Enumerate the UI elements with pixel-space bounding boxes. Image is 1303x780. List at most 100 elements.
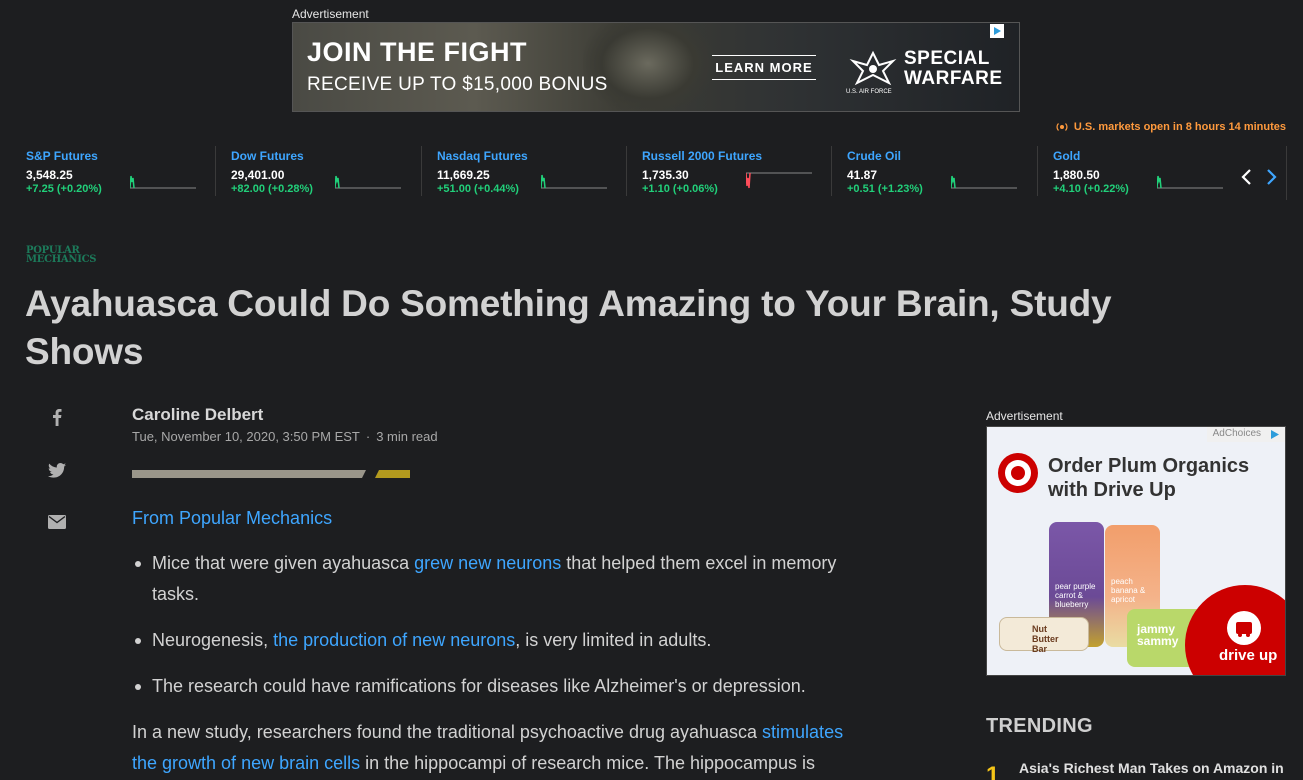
ad-soldier-image: [583, 23, 713, 111]
ticker-sparkline: [746, 172, 812, 189]
facebook-icon: [53, 409, 62, 426]
broadcast-icon: [1056, 123, 1068, 131]
byline: Tue, November 10, 2020, 3:50 PM EST · 3 mi…: [132, 429, 438, 444]
ticker-change: +0.51 (+1.23%): [847, 183, 923, 195]
product-nut-butter-bar: Nut Butter Bar: [999, 617, 1089, 654]
ticker-name: Crude Oil: [847, 149, 902, 163]
ticker-sparkline: [1157, 175, 1223, 189]
ticker-end-divider: [1286, 146, 1287, 200]
share-twitter-button[interactable]: [46, 459, 68, 481]
ticker-russell-2000-futures[interactable]: Russell 2000 Futures 1,735.30 +1.10 (+0.…: [626, 146, 847, 200]
ad-brand-name: SPECIAL WARFARE: [904, 49, 1003, 89]
inline-link[interactable]: the production of new neurons: [273, 630, 515, 650]
ticker-divider: [1037, 146, 1038, 196]
ticker-change: +82.00 (+0.28%): [231, 183, 313, 195]
publish-date: Tue, November 10, 2020, 3:50 PM EST: [132, 429, 360, 444]
ticker-value: 41.87: [847, 168, 878, 182]
ticker-dow-futures[interactable]: Dow Futures 29,401.00 +82.00 (+0.28%): [215, 146, 436, 200]
top-ad-label: Advertisement: [292, 7, 369, 21]
side-ad-headline-line2: with Drive Up: [1048, 479, 1176, 501]
article-body: From Popular Mechanics Mice that were gi…: [132, 503, 872, 779]
bullet-text: The research could have ramifications fo…: [152, 676, 806, 696]
ticker-divider: [626, 146, 627, 196]
ticker-sparkline: [951, 175, 1017, 189]
twitter-icon: [48, 462, 66, 478]
ticker-divider: [421, 146, 422, 196]
ticker-value: 3,548.25: [26, 168, 73, 182]
car-icon: [1236, 622, 1252, 637]
ticker-gold[interactable]: Gold 1,880.50 +4.10 (+0.22%): [1037, 146, 1258, 200]
author-name[interactable]: Caroline Delbert: [132, 405, 263, 425]
ticker-name: Nasdaq Futures: [437, 149, 528, 163]
drive-up-icon: [1227, 611, 1261, 645]
bullet-text: Neurogenesis,: [152, 630, 274, 650]
product-label: Nut Butter Bar: [1032, 624, 1059, 654]
trending-rank: 1: [986, 762, 1000, 780]
list-item: Mice that were given ayahuasca grew new …: [132, 548, 872, 610]
ticker-value: 11,669.25: [437, 168, 490, 182]
top-banner-ad[interactable]: JOIN THE FIGHT RECEIVE UP TO $15,000 BON…: [292, 22, 1020, 112]
ticker-nasdaq-futures[interactable]: Nasdaq Futures 11,669.25 +51.00 (+0.44%): [421, 146, 642, 200]
publisher-logo[interactable]: POPULAR MECHANICS: [26, 246, 97, 265]
article-title: Ayahuasca Could Do Something Amazing to …: [25, 283, 1112, 372]
paragraph-text: in the hippocampi of research mice. The …: [360, 753, 816, 773]
adchoices-icon[interactable]: [1268, 428, 1282, 441]
side-ad[interactable]: AdChoices Order Plum Organics with Drive…: [986, 426, 1286, 676]
ticker-change: +7.25 (+0.20%): [26, 183, 102, 195]
read-time: 3 min read: [376, 429, 438, 444]
air-force-logo-icon: [849, 50, 897, 86]
ticker-divider: [831, 146, 832, 196]
side-ad-headline: Order Plum Organics with Drive Up: [1048, 454, 1249, 502]
ad-subline: RECEIVE UP TO $15,000 BONUS: [307, 74, 608, 95]
mail-icon: [48, 515, 66, 529]
ticker-change: +51.00 (+0.44%): [437, 183, 519, 195]
product-label: peach banana & apricot: [1111, 577, 1146, 604]
source-link[interactable]: From Popular Mechanics: [132, 508, 332, 528]
trending-item-link[interactable]: Asia's Richest Man Takes on Amazon in: [1019, 760, 1289, 776]
ad-headline: JOIN THE FIGHT: [307, 37, 528, 67]
ticker-name: Gold: [1053, 149, 1081, 163]
trending-heading: TRENDING: [986, 715, 1093, 737]
ticker-name: Russell 2000 Futures: [642, 149, 763, 163]
byline-separator: ·: [365, 429, 371, 444]
ticker-value: 29,401.00: [231, 168, 285, 182]
list-item: The research could have ramifications fo…: [132, 671, 872, 702]
share-facebook-button[interactable]: [46, 406, 68, 428]
ticker-name: S&P Futures: [26, 149, 98, 163]
byline-divider: [132, 470, 410, 478]
side-ad-headline-line1: Order Plum Organics: [1048, 455, 1250, 477]
summary-list: Mice that were given ayahuasca grew new …: [132, 548, 872, 702]
chevron-right-icon[interactable]: [1262, 167, 1280, 187]
market-status: U.S. markets open in 8 hours 14 minutes: [1056, 121, 1286, 133]
ticker-value: 1,735.30: [642, 168, 689, 182]
ticker-change: +1.10 (+0.06%): [642, 183, 718, 195]
product-label: pear purple carrot & blueberry: [1055, 582, 1096, 609]
ticker-sparkline: [130, 175, 196, 189]
ticker-change: +4.10 (+0.22%): [1053, 183, 1129, 195]
share-email-button[interactable]: [46, 511, 68, 533]
ticker-value: 1,880.50: [1053, 168, 1100, 182]
side-ad-label: Advertisement: [986, 409, 1063, 423]
bullet-text: , is very limited in adults.: [515, 630, 712, 650]
target-logo-icon: [998, 453, 1038, 493]
inline-link[interactable]: grew new neurons: [414, 553, 561, 573]
paragraph-text: In a new study, researchers found the tr…: [132, 722, 763, 742]
ticker-sparkline: [541, 174, 607, 189]
bullet-text: Mice that were given ayahuasca: [152, 553, 415, 573]
ad-brand-line2: WARFARE: [904, 68, 1003, 89]
article-paragraph: In a new study, researchers found the tr…: [132, 717, 872, 779]
ad-brand-line1: SPECIAL: [904, 48, 990, 69]
ticker-sparkline: [335, 175, 401, 189]
ticker-crude-oil[interactable]: Crude Oil 41.87 +0.51 (+1.23%): [831, 146, 1052, 200]
publisher-logo-line2: MECHANICS: [26, 254, 97, 265]
ticker-divider: [215, 146, 216, 196]
adchoices-icon[interactable]: [990, 24, 1004, 38]
source-line: From Popular Mechanics: [132, 503, 872, 534]
list-item: Neurogenesis, the production of new neur…: [132, 625, 872, 656]
ticker-strip: S&P Futures 3,548.25 +7.25 (+0.20%) Dow …: [0, 146, 1303, 200]
ad-learn-more-button[interactable]: LEARN MORE: [712, 55, 816, 80]
ticker-sp-futures[interactable]: S&P Futures 3,548.25 +7.25 (+0.20%): [26, 146, 231, 200]
market-status-text: U.S. markets open in 8 hours 14 minutes: [1073, 121, 1286, 133]
chevron-left-icon[interactable]: [1238, 167, 1256, 187]
ticker-name: Dow Futures: [231, 149, 304, 163]
